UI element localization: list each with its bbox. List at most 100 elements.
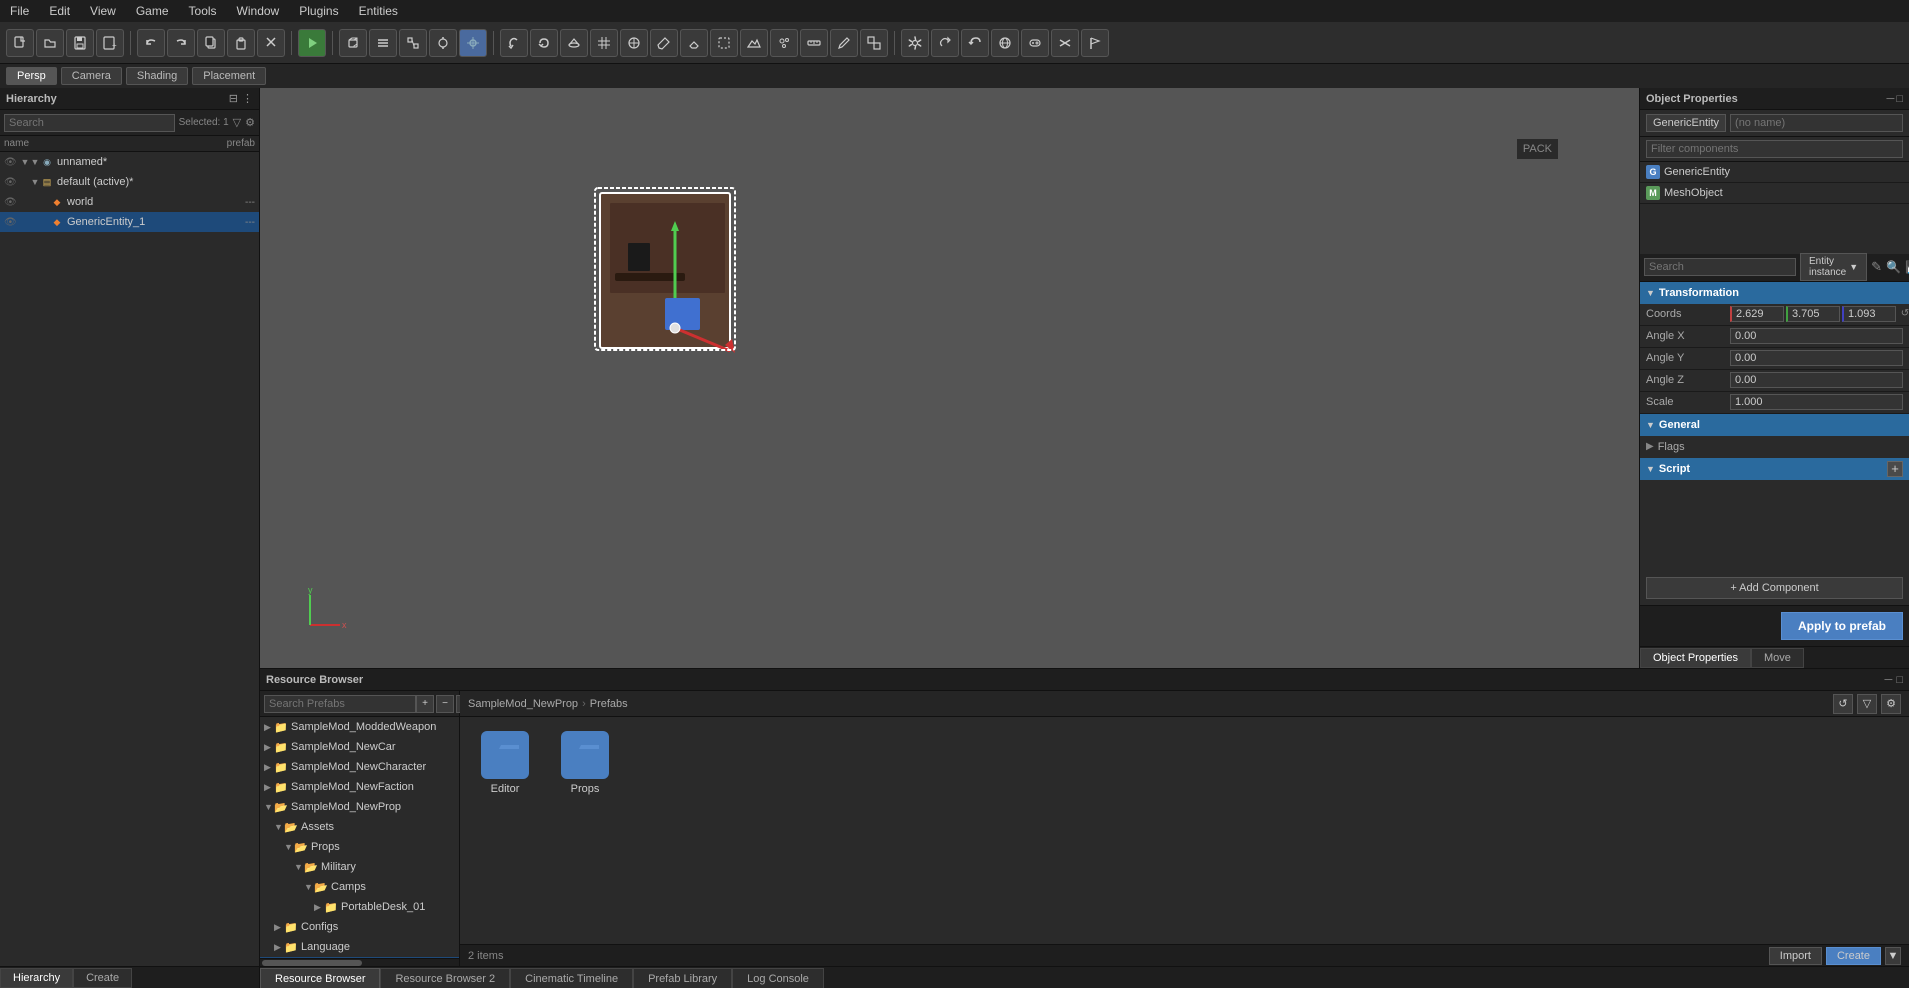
eraser-button[interactable] (680, 29, 708, 57)
menu-file[interactable]: File (6, 2, 33, 20)
settings-path-button[interactable]: ⚙ (1881, 694, 1901, 714)
script-section-header[interactable]: ▼ Script + (1640, 458, 1909, 480)
add-component-button[interactable]: + Add Component (1646, 577, 1903, 599)
angle-y-input[interactable] (1730, 350, 1903, 366)
hierarchy-search-input[interactable] (4, 114, 175, 132)
new-file-button[interactable] (6, 29, 34, 57)
coord-y-input[interactable] (1786, 306, 1840, 322)
hierarchy-item-genericentity[interactable]: 👁 ◆ GenericEntity_1 --- (0, 212, 259, 232)
select-box-button[interactable] (860, 29, 888, 57)
angle-z-input[interactable] (1730, 372, 1903, 388)
ruler-button[interactable] (800, 29, 828, 57)
maximize-icon[interactable]: □ (1896, 93, 1903, 105)
file-item-props[interactable]: Props (550, 727, 620, 799)
tree-item-portabledesk[interactable]: ▶ 📁 PortableDesk_01 (260, 897, 459, 917)
log-console-tab[interactable]: Log Console (732, 968, 824, 988)
import-button[interactable]: Import (1769, 947, 1822, 965)
save-file-button[interactable] (66, 29, 94, 57)
terrain-button[interactable] (740, 29, 768, 57)
snap-button[interactable] (429, 29, 457, 57)
tree-item-camps[interactable]: ▼ 📂 Camps (260, 877, 459, 897)
tab-camera[interactable]: Camera (61, 67, 122, 85)
props-search-input[interactable] (1644, 258, 1796, 276)
resource-search-input[interactable] (264, 695, 416, 713)
resource-browser-2-tab[interactable]: Resource Browser 2 (380, 968, 510, 988)
pen-button[interactable] (830, 29, 858, 57)
menu-tools[interactable]: Tools (185, 2, 221, 20)
tree-item-military[interactable]: ▼ 📂 Military (260, 857, 459, 877)
component-meshobject[interactable]: M MeshObject (1640, 183, 1909, 204)
gamepad-button[interactable] (1021, 29, 1049, 57)
tree-scrollbar[interactable] (260, 958, 459, 966)
coords-reset-button[interactable]: ↺ (1898, 306, 1909, 320)
search-icon[interactable]: 🔍 (1886, 260, 1901, 274)
edit-icon[interactable]: ✎ (1871, 259, 1882, 275)
transform-button[interactable] (399, 29, 427, 57)
hierarchy-tab[interactable]: Hierarchy (0, 968, 73, 988)
entity-name-input[interactable] (1730, 114, 1903, 132)
redo-button[interactable] (167, 29, 195, 57)
paste-button[interactable] (227, 29, 255, 57)
eye-icon-default[interactable]: 👁 (4, 177, 16, 188)
expand-default[interactable]: ▼ (30, 177, 40, 187)
angle-x-input[interactable] (1730, 328, 1903, 344)
rotate-button[interactable] (560, 29, 588, 57)
hierarchy-filter-icon[interactable]: ▽ (233, 116, 241, 129)
network-button[interactable] (991, 29, 1019, 57)
menu-plugins[interactable]: Plugins (295, 2, 342, 20)
loop-button[interactable] (530, 29, 558, 57)
hierarchy-settings-icon[interactable]: ⚙ (245, 116, 255, 129)
scale-input[interactable] (1730, 394, 1903, 410)
apply-prefab-button[interactable]: Apply to prefab (1781, 612, 1903, 640)
rect-select-button[interactable] (710, 29, 738, 57)
tree-scrollbar-thumb[interactable] (262, 960, 362, 966)
hierarchy-menu-icon[interactable]: ⋮ (242, 92, 253, 105)
coord-x-input[interactable] (1730, 306, 1784, 322)
flags-row[interactable]: ▶ Flags (1640, 436, 1909, 458)
tree-item-assets[interactable]: ▼ 📂 Assets (260, 817, 459, 837)
gizmo-button[interactable] (620, 29, 648, 57)
menu-window[interactable]: Window (233, 2, 284, 20)
refresh-path-button[interactable]: ↺ (1833, 694, 1853, 714)
create-dropdown[interactable]: ▼ (1885, 947, 1901, 965)
tab-shading[interactable]: Shading (126, 67, 188, 85)
hierarchy-item-default[interactable]: 👁 ▼ ▤ default (active)* (0, 172, 259, 192)
menu-entities[interactable]: Entities (355, 2, 402, 20)
filter-components-input[interactable] (1646, 140, 1903, 158)
tree-item-moddedweapon[interactable]: ▶ 📁 SampleMod_ModdedWeapon (260, 717, 459, 737)
brush-button[interactable] (650, 29, 678, 57)
refresh2-button[interactable] (961, 29, 989, 57)
component-genericentity[interactable]: G GenericEntity (1640, 162, 1909, 183)
bottom-collapse-icon[interactable]: ─ (1885, 674, 1893, 686)
pivot-button[interactable] (459, 29, 487, 57)
tab-persp[interactable]: Persp (6, 67, 57, 85)
create-tab[interactable]: Create (73, 968, 132, 988)
refresh-button[interactable] (500, 29, 528, 57)
expand-unnamed[interactable]: ▼ (20, 157, 30, 167)
file-item-editor[interactable]: Editor (470, 727, 540, 799)
viewport-canvas[interactable]: x y PACK (260, 88, 1639, 668)
save-as-button[interactable]: + (96, 29, 124, 57)
resource-minus-icon[interactable]: − (436, 695, 454, 713)
hierarchy-item-unnamed[interactable]: 👁 ▼ ▼ ◉ unnamed* (0, 152, 259, 172)
bottom-maximize-icon[interactable]: □ (1896, 674, 1903, 686)
tree-item-configs[interactable]: ▶ 📁 Configs (260, 917, 459, 937)
play-button[interactable] (298, 29, 326, 57)
add-script-button[interactable]: + (1887, 461, 1903, 477)
entity-instance-btn[interactable]: Entity instance ▼ (1800, 253, 1867, 281)
copy-button[interactable] (197, 29, 225, 57)
eye-icon-unnamed[interactable]: 👁 (4, 157, 16, 168)
menu-view[interactable]: View (86, 2, 120, 20)
open-file-button[interactable] (36, 29, 64, 57)
cube-button[interactable] (339, 29, 367, 57)
resource-browser-tab[interactable]: Resource Browser (260, 968, 380, 988)
transformation-section-header[interactable]: ▼ Transformation (1640, 282, 1909, 304)
settings-button[interactable] (901, 29, 929, 57)
particle-button[interactable] (770, 29, 798, 57)
cut-button[interactable] (257, 29, 285, 57)
tree-item-newcharacter[interactable]: ▶ 📁 SampleMod_NewCharacter (260, 757, 459, 777)
move-tab[interactable]: Move (1751, 648, 1804, 668)
tree-item-newprop[interactable]: ▼ 📂 SampleMod_NewProp (260, 797, 459, 817)
minimize-icon[interactable]: ─ (1887, 93, 1895, 105)
menu-edit[interactable]: Edit (45, 2, 74, 20)
